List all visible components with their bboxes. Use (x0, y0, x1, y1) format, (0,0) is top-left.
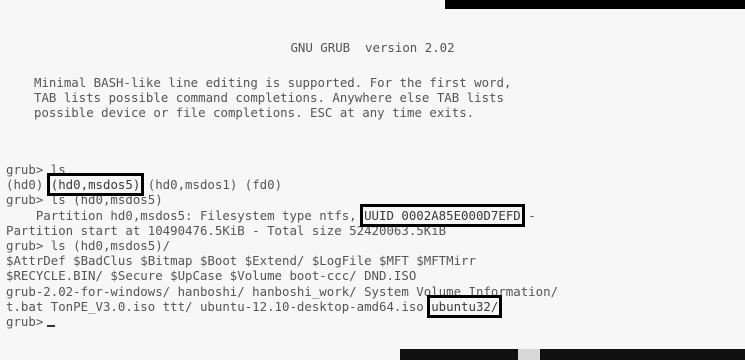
text-cursor (47, 325, 56, 328)
file-list-line-1: $AttrDef $BadClus $Bitmap $Boot $Extend/… (6, 253, 476, 269)
intro-line-2: TAB lists possible command completions. … (34, 90, 504, 106)
grub-console-screen[interactable]: GNU GRUB version 2.02 Minimal BASH-like … (0, 0, 745, 360)
file-list-line-3: grub-2.02-for-windows/ hanboshi/ hanbosh… (6, 283, 559, 299)
grub-version-title: GNU GRUB version 2.02 (290, 40, 455, 55)
highlighted-uuid: UUID 0002A85E000D7EFD (360, 203, 525, 227)
highlighted-folder: ubuntu32/ (427, 294, 503, 318)
bottom-black-strip (400, 349, 745, 360)
file-list-line-4: t.bat TonPE_V3.0.iso ttt/ ubuntu-12.10-d… (6, 298, 432, 314)
intro-line-3: possible device or file completions. ESC… (34, 105, 475, 121)
command-ls-partition: grub> ls (hd0,msdos5) (6, 192, 163, 208)
command-prompt[interactable]: grub> (6, 314, 43, 329)
command-ls-root: grub> ls (hd0,msdos5)/ (6, 238, 171, 254)
highlighted-partition: (hd0,msdos5) (46, 173, 145, 197)
bottom-strip-marker (518, 349, 540, 360)
partition-info: Partition hd0,msdos5: Filesystem type nt… (6, 207, 365, 223)
command-ls: grub> ls (6, 162, 66, 177)
intro-line-1: Minimal BASH-like line editing is suppor… (34, 75, 512, 90)
intro-text: Minimal BASH-like line editing is suppor… (34, 75, 511, 121)
partition-start-info: Partition start at 10490476.5KiB - Total… (6, 222, 447, 238)
partition-info-tail: - (520, 207, 536, 223)
device-list-rest: (hd0,msdos1) (fd0) (140, 177, 283, 193)
device-list-prefix: (hd0) (6, 177, 51, 193)
console-output: grub> ls (hd0) (hd0,msdos5) (hd0,msdos1)… (6, 162, 558, 329)
top-black-bar (445, 0, 745, 9)
file-list-line-2: $RECYCLE.BIN/ $Secure $UpCase $Volume bo… (6, 268, 417, 284)
